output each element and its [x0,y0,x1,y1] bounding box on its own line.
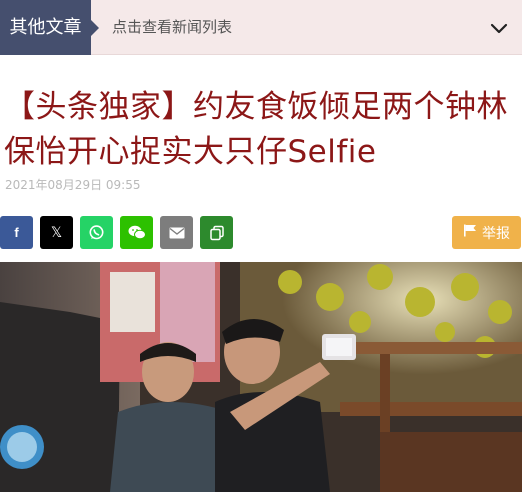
article-photo [0,262,522,492]
whatsapp-icon [88,224,105,241]
copy-link-button[interactable] [200,216,233,249]
top-navigation-bar: 其他文章 点击查看新闻列表 [0,0,522,55]
facebook-share-button[interactable]: f [0,216,33,249]
x-share-button[interactable]: 𝕏 [40,216,73,249]
share-bar: f 𝕏 举报 [0,216,522,249]
whatsapp-share-button[interactable] [80,216,113,249]
wechat-share-button[interactable] [120,216,153,249]
flag-icon [463,224,477,241]
report-button[interactable]: 举报 [452,216,521,249]
article-title: 【头条独家】约友食饭倾足两个钟林保怡开心捉实大只仔Selfie [4,89,508,170]
category-tab-arrow [91,20,99,36]
mail-icon [169,227,185,239]
facebook-icon: f [14,225,19,240]
wechat-icon [127,224,147,241]
x-icon: 𝕏 [50,224,63,241]
category-tab[interactable]: 其他文章 [0,0,91,55]
report-label: 举报 [482,225,510,242]
news-list-link[interactable]: 点击查看新闻列表 [112,0,232,55]
chevron-down-icon[interactable] [488,17,510,39]
copy-icon [209,225,225,241]
email-share-button[interactable] [160,216,193,249]
article-date: 2021年08月29日 09:55 [5,178,141,192]
